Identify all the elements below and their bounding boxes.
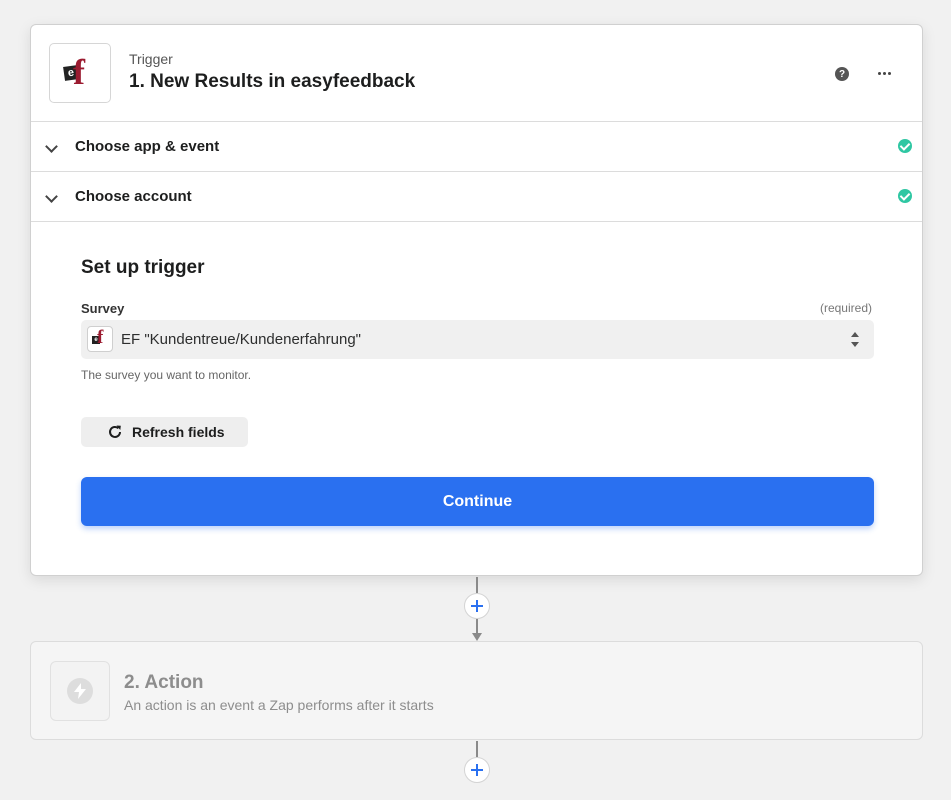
refresh-fields-label: Refresh fields [132,424,225,440]
add-step-button[interactable] [464,757,490,783]
select-arrows-icon [850,332,860,347]
section-label: Choose account [75,188,192,205]
section-choose-app-event[interactable]: Choose app & event [31,122,922,172]
section-choose-account[interactable]: Choose account [31,172,922,222]
refresh-icon [109,425,121,438]
chevron-down-icon [45,190,58,203]
section-label: Choose app & event [75,138,220,155]
action-title: 2. Action [124,672,204,693]
logo-letter-f: f [73,52,85,92]
question-icon[interactable]: ? [835,67,849,81]
required-indicator: (required) [819,301,872,315]
trigger-header: e f Trigger 1. New Results in easyfeedba… [31,25,922,122]
step-type-label: Trigger [129,51,173,67]
action-description: An action is an event a Zap performs aft… [124,697,434,713]
survey-select-value: EF "Kundentreue/Kundenerfahrung" [121,331,361,348]
easyfeedback-option-icon: e f [87,326,113,352]
more-horizontal-icon[interactable] [876,63,892,83]
arrow-down-icon [472,633,482,641]
continue-button[interactable]: Continue [81,477,874,526]
check-circle-icon [898,139,912,153]
trigger-step-card: e f Trigger 1. New Results in easyfeedba… [30,24,923,576]
survey-field-label: Survey [81,301,125,316]
easyfeedback-logo-icon: e f [49,43,111,103]
chevron-down-icon [45,140,58,153]
action-step-card[interactable]: 2. Action An action is an event a Zap pe… [30,641,923,740]
action-icon-box [50,661,110,721]
step-title: 1. New Results in easyfeedback [129,71,416,92]
setup-trigger-title: Set up trigger [81,257,205,278]
refresh-fields-button[interactable]: Refresh fields [81,417,248,447]
bolt-icon [67,678,93,704]
check-circle-icon [898,189,912,203]
add-step-button[interactable] [464,593,490,619]
connector-line [476,577,478,593]
connector-line [476,741,478,757]
survey-help-text: The survey you want to monitor. [81,368,252,382]
survey-select[interactable]: e f EF "Kundentreue/Kundenerfahrung" [81,320,874,359]
connector-line [476,619,478,634]
